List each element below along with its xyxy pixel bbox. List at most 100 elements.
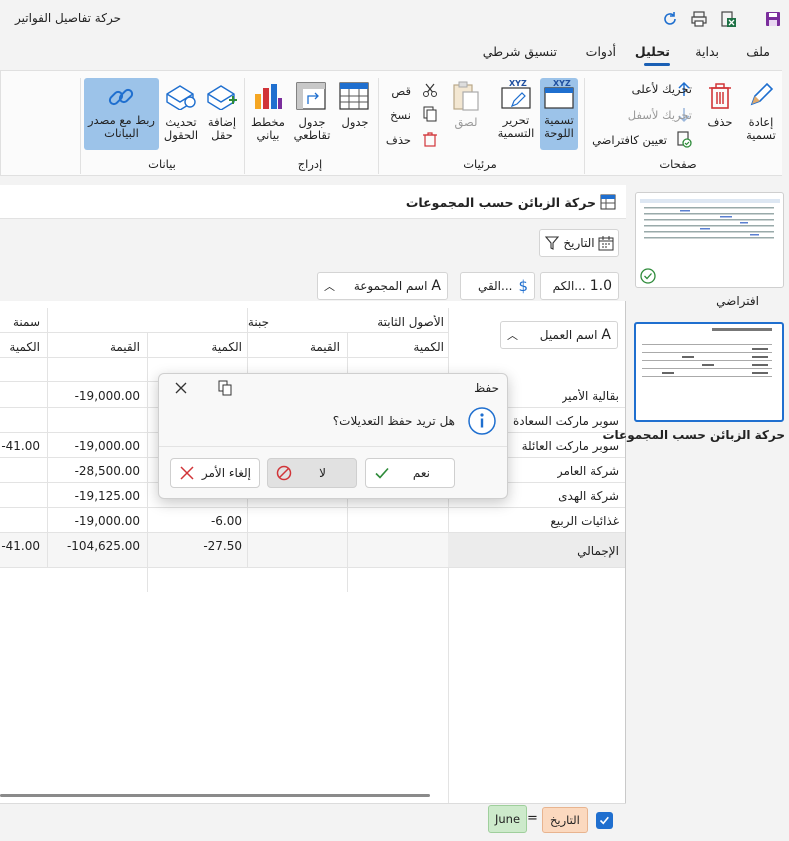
insert-group-label: إدراج [297, 157, 323, 171]
col-header-qty-1: الكمية [413, 340, 444, 354]
rename-label-2: تسمية [746, 128, 776, 142]
page-label-default[interactable]: افتراضي [716, 294, 759, 308]
filter-enabled-checkbox[interactable] [596, 812, 613, 829]
no-button[interactable]: لا [267, 458, 357, 488]
row-customer-name: بقالية الأمير [561, 389, 619, 403]
cancel-button[interactable]: إلغاء الأمر [170, 458, 260, 488]
col-header-value-2: القيمة [109, 340, 140, 354]
pages-group-label: صفحات [659, 157, 697, 171]
move-down-button[interactable]: تحريك لأسفل [628, 108, 692, 122]
xyz-text-2: XYZ [509, 79, 527, 88]
paste-label: لصق [454, 115, 478, 129]
prohibited-icon [276, 465, 292, 481]
group-divider [244, 78, 245, 174]
filter-value-token[interactable]: June [488, 805, 528, 833]
row-value-cheese: -19,000.00 [74, 439, 140, 453]
yes-label: نعم [412, 466, 430, 480]
total-qty-cheese: -27.50 [203, 539, 242, 553]
link-data-source-button[interactable]: ربط مع مصدر البيانات [84, 78, 159, 150]
refresh-icon[interactable] [660, 9, 680, 29]
row-qty-cheese: -6.00 [210, 514, 242, 528]
paste-button[interactable]: لصق [448, 80, 484, 136]
delete-visual-button[interactable]: حذف [386, 133, 411, 147]
yes-button[interactable]: نعم [365, 458, 455, 488]
copy-button[interactable]: نسخ [390, 108, 411, 122]
filter-field-token[interactable]: التاريخ [542, 807, 588, 833]
rename-page-button[interactable]: إعادة تسمية [743, 80, 783, 150]
row-value-cheese: -28,500.00 [74, 464, 140, 478]
row-customer-name: غذائيات الربيع [550, 514, 619, 528]
no-label: لا [319, 466, 326, 480]
copy-icon [422, 106, 438, 122]
page-thumbnail-customers-by-group[interactable] [634, 322, 784, 422]
report-table-icon [600, 194, 616, 210]
table-icon [339, 82, 369, 110]
group-divider [80, 78, 81, 174]
total-qty-ghee: -41.00 [1, 539, 40, 553]
insert-pivot-button[interactable]: جدول تقاطعي [290, 80, 334, 150]
add-field-label-2: حقل [211, 128, 233, 142]
menu-tab-file[interactable]: ملف [746, 44, 770, 59]
page-thumbnail-default[interactable] [635, 192, 784, 288]
trash-icon [709, 83, 731, 109]
paste-icon [453, 81, 479, 111]
thumbnail-preview [640, 199, 780, 239]
refresh-fields-button[interactable]: تحديث الحقول [160, 80, 202, 150]
row-customer-name: سوبر ماركت السعادة [513, 414, 619, 428]
chevron-up-icon: ︿ [324, 280, 335, 293]
dialog-message: هل تريد حفظ التعديلات؟ [332, 414, 455, 428]
row-value-cheese: -19,125.00 [74, 489, 140, 503]
save-icon[interactable] [763, 9, 783, 29]
refresh-label-2: الحقول [163, 128, 199, 142]
col-header-qty-3: الكمية [9, 340, 40, 354]
move-up-button[interactable]: تحريك لأعلى [632, 82, 692, 96]
insert-chart-button[interactable]: مخطط بياني [250, 80, 286, 150]
text-field-icon: A [431, 278, 441, 294]
menu-tab-home[interactable]: بداية [695, 44, 719, 59]
menu-tab-conditional-format[interactable]: تنسيق شرطي [483, 44, 557, 59]
menu-tab-analysis[interactable]: تحليل [635, 44, 670, 59]
default-page-check-icon [640, 268, 656, 284]
set-default-button[interactable]: تعيين كافتراضي [592, 133, 667, 147]
dialog-title: حفظ [474, 381, 499, 395]
grid-line [147, 533, 148, 567]
canvas-label-2: اللوحة [544, 126, 574, 140]
total-label: الإجمالي [577, 544, 619, 558]
grid-line [0, 507, 625, 508]
refresh-fields-icon [166, 85, 196, 110]
col-group-cheese: جبنة [247, 315, 269, 329]
add-field-button[interactable]: إضافة حقل [202, 80, 242, 150]
value-chip-quantity[interactable]: الكم... 1.0 [540, 272, 619, 300]
column-chip-label: اسم المجموعة [353, 279, 428, 293]
check-icon [375, 467, 389, 479]
row-customer-name: شركة الهدى [558, 489, 619, 503]
filter-operator: = [527, 811, 538, 826]
copy-icon[interactable] [217, 380, 237, 400]
close-icon[interactable] [173, 380, 193, 400]
edit-label-button[interactable]: XYZ تحرير التسمية [496, 78, 536, 150]
date-filter-chip[interactable]: التاريخ [539, 229, 619, 257]
menu-tab-tools[interactable]: أدوات [586, 44, 616, 59]
delete-page-button[interactable]: حذف [704, 80, 738, 140]
value-chip-value[interactable]: القي... $ [460, 272, 535, 300]
pivot-label-2: تقاطعي [293, 128, 331, 142]
chart-label-2: بياني [256, 128, 280, 142]
column-chip-group-name[interactable]: ︿ اسم المجموعة A [317, 272, 448, 300]
grid-line [0, 567, 625, 568]
col-group-ghee: سمنة [12, 315, 40, 329]
scissors-icon [422, 82, 438, 98]
col-header-value-1: القيمة [309, 340, 340, 354]
delete-page-label: حذف [707, 115, 733, 129]
print-icon[interactable] [689, 9, 709, 29]
report-title: حركة الزبائن حسب المجموعات [405, 195, 596, 210]
visuals-group-label: مرئيات [463, 157, 497, 171]
insert-table-label: جدول [341, 115, 369, 129]
insert-table-button[interactable]: جدول [336, 80, 374, 140]
row-qty-ghee: -41.00 [1, 439, 40, 453]
horizontal-scrollbar[interactable] [0, 794, 430, 797]
canvas-label-button[interactable]: XYZ تسمية اللوحة [540, 78, 578, 150]
grid-line [0, 357, 448, 358]
page-label-customers-by-group[interactable]: حركة الزبائن حسب المجموعات [602, 428, 785, 442]
cut-button[interactable]: قص [391, 84, 411, 98]
export-excel-icon[interactable] [718, 9, 738, 29]
